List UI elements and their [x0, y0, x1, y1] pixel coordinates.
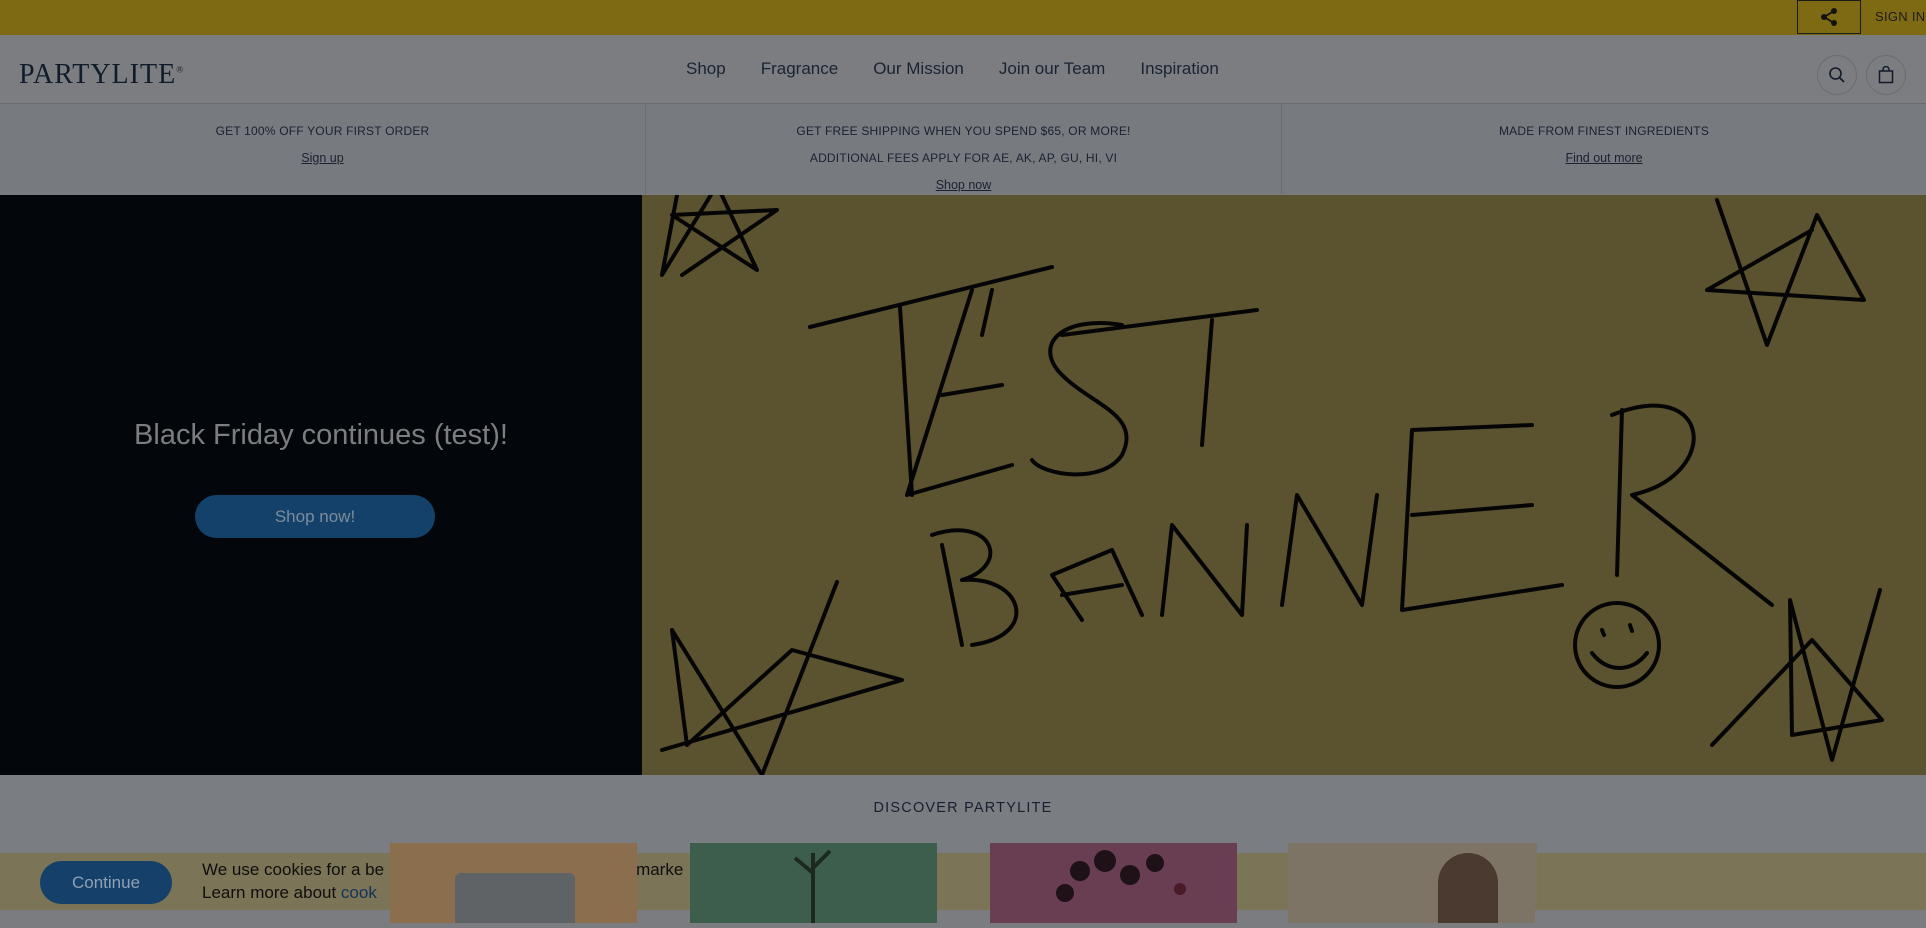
banner-letter [930, 528, 1019, 647]
smiley-doodle [1573, 601, 1661, 689]
promo-text: ADDITIONAL FEES APPLY FOR AE, AK, AP, GU… [809, 151, 1118, 165]
hero-banner-image[interactable] [642, 195, 1926, 775]
cookie-banner: Continue We use cookies for a be marke Le… [0, 853, 1926, 910]
banner-letter [1030, 321, 1129, 477]
berries-image [1056, 850, 1186, 902]
banner-letter [1610, 403, 1774, 607]
cookie-text-line2: Learn more about [202, 883, 341, 902]
cookie-continue-button[interactable]: Continue [40, 861, 172, 904]
promo-text: GET FREE SHIPPING WHEN YOU SPEND $65, OR… [796, 124, 1131, 138]
product-tile-vase-overlay[interactable] [1288, 843, 1537, 910]
vase-image [1438, 853, 1498, 910]
sign-in-link[interactable]: SIGN IN [1875, 0, 1926, 34]
product-tile-herbs-overlay[interactable] [690, 843, 937, 910]
product-tile-candle-jar-overlay[interactable] [390, 843, 637, 910]
promo-text: GET 100% OFF YOUR FIRST ORDER [215, 124, 430, 138]
herb-image [793, 849, 832, 910]
banner-letter [808, 265, 1054, 329]
sign-up-link[interactable]: Sign up [0, 145, 645, 172]
nav-item-join-our-team[interactable]: Join our Team [999, 59, 1105, 79]
cookie-text-line1-end: marke [636, 860, 684, 879]
nav-item-shop[interactable]: Shop [686, 59, 726, 79]
site-header: PARTYLITE® Shop Fragrance Our Mission Jo… [0, 35, 1926, 104]
banner-letter [898, 305, 914, 497]
star-doodle [660, 195, 779, 277]
smiley-doodle [1600, 623, 1634, 637]
jar-image [455, 873, 575, 910]
top-utility-bar: SIGN IN [0, 0, 1926, 35]
banner-letter [1280, 493, 1379, 607]
search-icon [1829, 67, 1845, 83]
nav-item-fragrance[interactable]: Fragrance [761, 59, 838, 79]
nav-item-inspiration[interactable]: Inspiration [1140, 59, 1218, 79]
nav-item-our-mission[interactable]: Our Mission [873, 59, 964, 79]
hero-panel: Black Friday continues (test)! Shop now! [0, 195, 642, 775]
star-doodle [660, 580, 904, 775]
cookie-policy-link[interactable]: cook [341, 883, 377, 902]
logo-text: PARTYLITE [19, 59, 177, 90]
share-button[interactable] [1797, 0, 1861, 34]
banner-letter [1400, 423, 1564, 612]
hero-title: Black Friday continues (test)! [134, 419, 508, 451]
promo-first-order: GET 100% OFF YOUR FIRST ORDER Sign up [0, 104, 645, 194]
find-out-more-link[interactable]: Find out more [1282, 145, 1926, 172]
banner-letter [905, 288, 1014, 497]
search-button[interactable] [1817, 55, 1857, 95]
partylite-logo[interactable]: PARTYLITE® [19, 59, 184, 91]
banner-letter [1160, 523, 1249, 617]
smiley-doodle [1590, 651, 1649, 670]
star-doodle [1705, 198, 1866, 347]
main-nav: Shop Fragrance Our Mission Join our Team… [686, 59, 1219, 79]
promo-free-shipping: GET FREE SHIPPING WHEN YOU SPEND $65, OR… [645, 104, 1281, 194]
promo-text: MADE FROM FINEST INGREDIENTS [1498, 124, 1710, 138]
cart-button[interactable] [1866, 55, 1906, 95]
shopping-bag-icon [1878, 66, 1894, 84]
banner-letter [1060, 308, 1259, 447]
hero-shop-now-button[interactable]: Shop now! [195, 495, 435, 538]
test-banner-drawing [660, 195, 1884, 775]
promo-ingredients: MADE FROM FINEST INGREDIENTS Find out mo… [1281, 104, 1926, 194]
promo-strip: GET 100% OFF YOUR FIRST ORDER Sign up GE… [0, 104, 1926, 194]
product-tile-berries-overlay[interactable] [990, 843, 1237, 910]
share-icon [1821, 8, 1837, 26]
discover-title: DISCOVER PARTYLITE [873, 800, 1053, 816]
star-doodle [1710, 588, 1884, 762]
banner-letter [1050, 548, 1144, 622]
cookie-text-line1: We use cookies for a be [202, 860, 385, 879]
